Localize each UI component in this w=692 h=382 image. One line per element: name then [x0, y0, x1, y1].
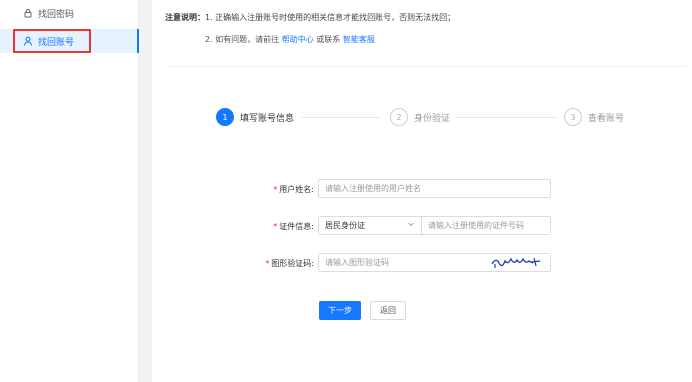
- step-connector: [302, 117, 380, 118]
- step-label: 填写账号信息: [240, 113, 295, 124]
- help-center-link[interactable]: 帮助中心: [282, 35, 314, 44]
- notice-title: 注意说明：: [165, 13, 205, 22]
- sidebar-item-label: 找回密码: [38, 9, 75, 20]
- username-input[interactable]: 请输入注册使用的用户姓名: [318, 179, 551, 198]
- step-label: 查看账号: [588, 113, 625, 124]
- notice-text-2-prefix: 2. 如有问题，请前往: [205, 35, 280, 44]
- step-1: 1 填写账号信息: [216, 108, 294, 126]
- svg-text:pmu: pmu: [498, 262, 501, 264]
- id-info-label: * 证件信息:: [273, 222, 314, 231]
- step-number: 3: [564, 108, 582, 126]
- chevron-down-icon: [407, 220, 415, 230]
- id-type-select[interactable]: 居民身份证: [318, 216, 422, 235]
- next-button[interactable]: 下一步: [319, 301, 361, 320]
- step-label: 身份验证: [414, 113, 451, 124]
- divider: [168, 66, 686, 67]
- notice-text-1: 1. 正确输入注册账号时使用的相关信息才能找回账号，否则无法找回；: [205, 13, 456, 22]
- lock-icon: [22, 7, 34, 19]
- step-2: 2 身份验证: [390, 108, 450, 126]
- captcha-image[interactable]: pmu: [490, 253, 550, 270]
- step-number: 1: [216, 108, 234, 126]
- sidebar: 找回密码 找回账号: [0, 0, 139, 382]
- notice-line-1: 注意说明：1. 正确输入注册账号时使用的相关信息才能找回账号，否则无法找回；: [165, 12, 455, 24]
- smart-service-link[interactable]: 智能客服: [343, 35, 375, 44]
- step-number: 2: [390, 108, 408, 126]
- back-button[interactable]: 返回: [370, 301, 406, 320]
- step-connector: [456, 117, 558, 118]
- sidebar-item-find-password[interactable]: 找回密码: [0, 1, 139, 25]
- main-panel: 注意说明：1. 正确输入注册账号时使用的相关信息才能找回账号，否则无法找回； 2…: [152, 0, 692, 382]
- step-3: 3 查看账号: [564, 108, 624, 126]
- username-label: * 用户姓名:: [273, 185, 314, 194]
- highlight-annotation-box: [13, 29, 91, 53]
- notice-text-2-mid: 或联系: [316, 35, 341, 44]
- captcha-label: * 图形验证码:: [265, 259, 314, 268]
- notice-line-2: 2. 如有问题，请前往 帮助中心 或联系 智能客服: [205, 34, 375, 45]
- id-number-input[interactable]: 请输入注册使用的证件号码: [422, 216, 551, 235]
